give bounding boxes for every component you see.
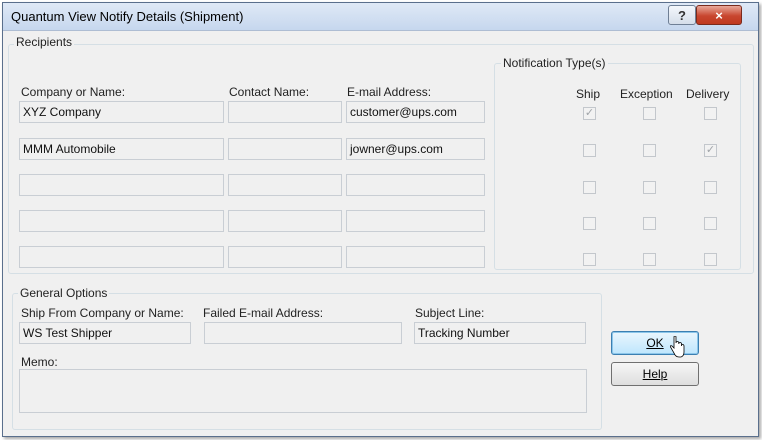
subject-line-label: Subject Line:: [415, 306, 485, 320]
email-field[interactable]: [346, 210, 485, 232]
ship-checkbox[interactable]: [583, 144, 596, 157]
delivery-checkbox[interactable]: [704, 253, 717, 266]
email-column-label: E-mail Address:: [347, 85, 432, 99]
email-field[interactable]: customer@ups.com: [346, 101, 485, 123]
exception-checkbox[interactable]: [643, 107, 656, 120]
ship-checkbox[interactable]: ✓: [583, 107, 596, 120]
dialog-window: Quantum View Notify Details (Shipment) ?…: [2, 2, 759, 437]
failed-email-field[interactable]: [204, 322, 402, 344]
contact-field[interactable]: [228, 101, 342, 123]
ship-checkbox[interactable]: [583, 217, 596, 230]
contact-field[interactable]: [228, 210, 342, 232]
general-options-group-label: General Options: [18, 286, 110, 300]
exception-column-label: Exception: [620, 87, 673, 101]
company-field[interactable]: [19, 174, 224, 196]
notification-type-group-label: Notification Type(s): [501, 56, 608, 70]
help-button[interactable]: Help: [611, 362, 699, 386]
email-field[interactable]: jowner@ups.com: [346, 138, 485, 160]
ok-button[interactable]: OK: [611, 331, 699, 355]
ship-checkbox[interactable]: [583, 181, 596, 194]
exception-checkbox[interactable]: [643, 253, 656, 266]
delivery-column-label: Delivery: [686, 87, 730, 101]
contact-field[interactable]: [228, 174, 342, 196]
recipients-group-label: Recipients: [14, 35, 75, 49]
title-bar: Quantum View Notify Details (Shipment) ?…: [3, 3, 758, 31]
close-icon[interactable]: ×: [696, 5, 742, 25]
delivery-checkbox[interactable]: [704, 181, 717, 194]
delivery-checkbox[interactable]: [704, 107, 717, 120]
subject-line-field[interactable]: Tracking Number: [414, 322, 586, 344]
memo-field[interactable]: [19, 369, 587, 413]
hand-cursor-icon: [670, 336, 685, 358]
company-field[interactable]: MMM Automobile: [19, 138, 224, 160]
ship-from-field[interactable]: WS Test Shipper: [19, 322, 191, 344]
contact-column-label: Contact Name:: [229, 85, 310, 99]
memo-label: Memo:: [21, 355, 58, 369]
failed-email-label: Failed E-mail Address:: [203, 306, 324, 320]
exception-checkbox[interactable]: [643, 217, 656, 230]
email-field[interactable]: [346, 174, 485, 196]
company-field[interactable]: XYZ Company: [19, 101, 224, 123]
company-column-label: Company or Name:: [21, 85, 126, 99]
company-field[interactable]: [19, 246, 224, 268]
company-field[interactable]: [19, 210, 224, 232]
ship-checkbox[interactable]: [583, 253, 596, 266]
delivery-checkbox[interactable]: [704, 217, 717, 230]
ship-from-label: Ship From Company or Name:: [21, 306, 184, 320]
email-field[interactable]: [346, 246, 485, 268]
help-icon[interactable]: ?: [668, 5, 696, 25]
delivery-checkbox[interactable]: ✓: [704, 144, 717, 157]
contact-field[interactable]: [228, 246, 342, 268]
ship-column-label: Ship: [576, 87, 601, 101]
contact-field[interactable]: [228, 138, 342, 160]
window-title: Quantum View Notify Details (Shipment): [11, 9, 244, 24]
exception-checkbox[interactable]: [643, 181, 656, 194]
exception-checkbox[interactable]: [643, 144, 656, 157]
